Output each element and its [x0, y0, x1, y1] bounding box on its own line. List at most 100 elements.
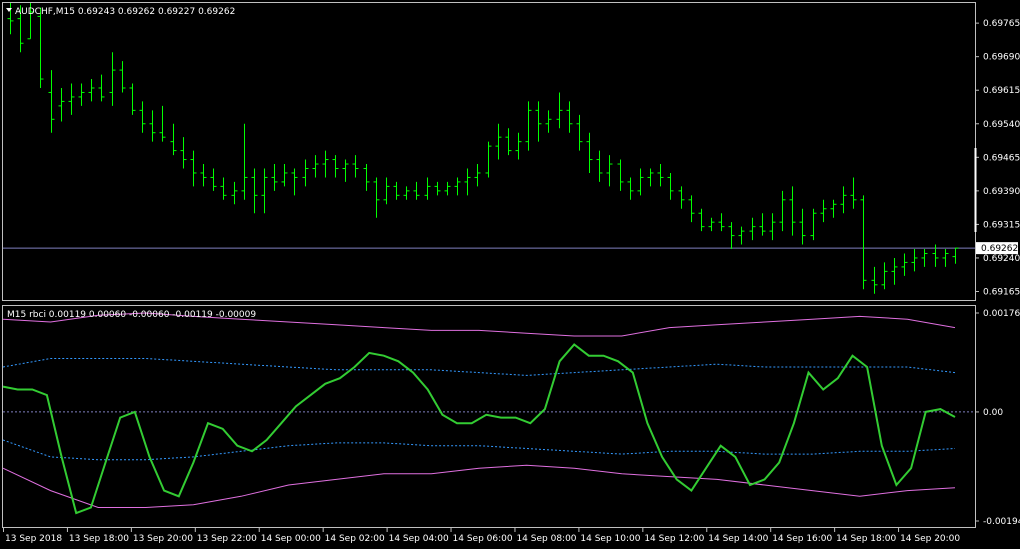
ohlc-bar [901, 253, 908, 276]
time-tick-label: 14 Sep 18:00 [836, 534, 896, 544]
chart-canvas: 0.69765 0.69690 0.69615 0.69540 0.69465 0.693… [2, 2, 1020, 544]
price-tick-label: 0.69540 [983, 120, 1020, 130]
ohlc-bar [678, 186, 685, 209]
ohlc-bar [190, 150, 197, 187]
ohlc-bar [708, 217, 715, 232]
ohlc-bar [261, 168, 268, 214]
ohlc-bar [88, 79, 95, 102]
indicator-lines [2, 312, 975, 515]
ohlc-bar [667, 172, 674, 200]
price-tick-label: 0.69615 [983, 86, 1020, 96]
indicator-series-line [2, 343, 956, 515]
ohlc-bar [525, 101, 532, 151]
ohlc-bar [647, 168, 654, 187]
ohlc-bar [291, 168, 298, 196]
indicator-axis: 0.00176 0.00 -0.00194 [975, 309, 1020, 527]
time-tick-label: 13 Sep 18:00 [69, 534, 129, 544]
ohlc-bar [738, 226, 745, 245]
chart-window: 0.69765 0.69690 0.69615 0.69540 0.69465 0.693… [0, 0, 1020, 549]
ohlc-bar [281, 164, 288, 187]
price-bars [3, 3, 975, 294]
ohlc-bar [942, 249, 949, 267]
indicator-series-line [2, 464, 956, 508]
ohlc-bar [749, 217, 756, 241]
ohlc-bar [424, 177, 431, 200]
ohlc-bar [271, 164, 278, 191]
ohlc-bar [566, 101, 573, 133]
ohlc-bar [180, 137, 187, 169]
ohlc-bar [7, 3, 14, 35]
ohlc-bar [820, 199, 827, 223]
current-price-label: 0.69262 [981, 244, 1018, 254]
ohlc-bar [495, 123, 502, 160]
ohlc-bar [586, 132, 593, 173]
ohlc-bar [698, 208, 705, 232]
time-tick-label: 14 Sep 14:00 [708, 534, 768, 544]
time-tick-label: 14 Sep 08:00 [516, 534, 576, 544]
ohlc-bar [830, 199, 837, 218]
time-tick-label: 14 Sep 04:00 [389, 534, 449, 544]
indicator-tick-label: -0.00194 [983, 517, 1020, 527]
ohlc-bar [302, 159, 309, 187]
ohlc-bar [78, 83, 85, 106]
ohlc-bar [413, 181, 420, 200]
indicator-tick-label: 0.00176 [983, 309, 1020, 319]
ohlc-bar [37, 7, 44, 88]
ohlc-bar [535, 101, 542, 142]
ohlc-bar [860, 195, 867, 290]
symbol-menu-arrow-icon[interactable] [6, 8, 12, 12]
time-tick-label: 14 Sep 06:00 [453, 534, 513, 544]
ohlc-bar [515, 132, 522, 160]
ohlc-bar [251, 168, 258, 214]
ohlc-bar [231, 181, 238, 205]
ohlc-bar [617, 159, 624, 191]
ohlc-bar [657, 164, 664, 187]
price-axis: 0.69765 0.69690 0.69615 0.69540 0.69465 0.693… [974, 19, 1020, 298]
ohlc-bar [220, 177, 227, 200]
ohlc-bar [58, 87, 65, 122]
ohlc-bar [952, 247, 959, 264]
ohlc-bar [363, 164, 370, 191]
ohlc-bar [728, 222, 735, 250]
ohlc-bar [759, 213, 766, 236]
ohlc-bar [799, 208, 806, 245]
ohlc-bar [312, 155, 319, 178]
price-tick-label: 0.69315 [983, 220, 1020, 230]
ohlc-bar [911, 249, 918, 272]
ohlc-bar [109, 52, 116, 106]
ohlc-bar [373, 177, 380, 218]
time-tick-label: 13 Sep 20:00 [133, 534, 193, 544]
price-panel-header: AUDCHF,M15 0.69243 0.69262 0.69227 0.692… [15, 7, 235, 17]
ohlc-bar [434, 181, 441, 196]
ohlc-bar [779, 190, 786, 232]
ohlc-bar [718, 213, 725, 232]
ohlc-bar [850, 177, 857, 209]
ohlc-bar [210, 168, 217, 191]
ohlc-bar [200, 164, 207, 187]
ohlc-bar [688, 195, 695, 223]
ohlc-bar [556, 92, 563, 129]
time-tick-label: 14 Sep 02:00 [325, 534, 385, 544]
ohlc-bar [840, 186, 847, 214]
ohlc-bar [474, 164, 481, 187]
ohlc-bar [921, 249, 928, 267]
ohlc-bar [464, 168, 471, 196]
ohlc-bar [322, 150, 329, 178]
ohlc-bar [485, 141, 492, 178]
ohlc-bar [596, 150, 603, 182]
ohlc-bar [545, 110, 552, 133]
ohlc-bar [891, 257, 898, 285]
ohlc-bar [159, 105, 166, 142]
time-tick-label: 14 Sep 16:00 [772, 534, 832, 544]
time-tick-label: 14 Sep 10:00 [580, 534, 640, 544]
ohlc-bar [403, 186, 410, 200]
ohlc-bar [454, 177, 461, 196]
ohlc-bar [241, 123, 248, 200]
ohlc-bar [789, 186, 796, 236]
ohlc-bar [769, 213, 776, 241]
ohlc-bar [881, 262, 888, 290]
ohlc-bar [627, 177, 634, 200]
price-tick-label: 0.69465 [983, 153, 1020, 163]
time-tick-label: 14 Sep 12:00 [644, 534, 704, 544]
indicator-panel-frame [2, 305, 976, 528]
